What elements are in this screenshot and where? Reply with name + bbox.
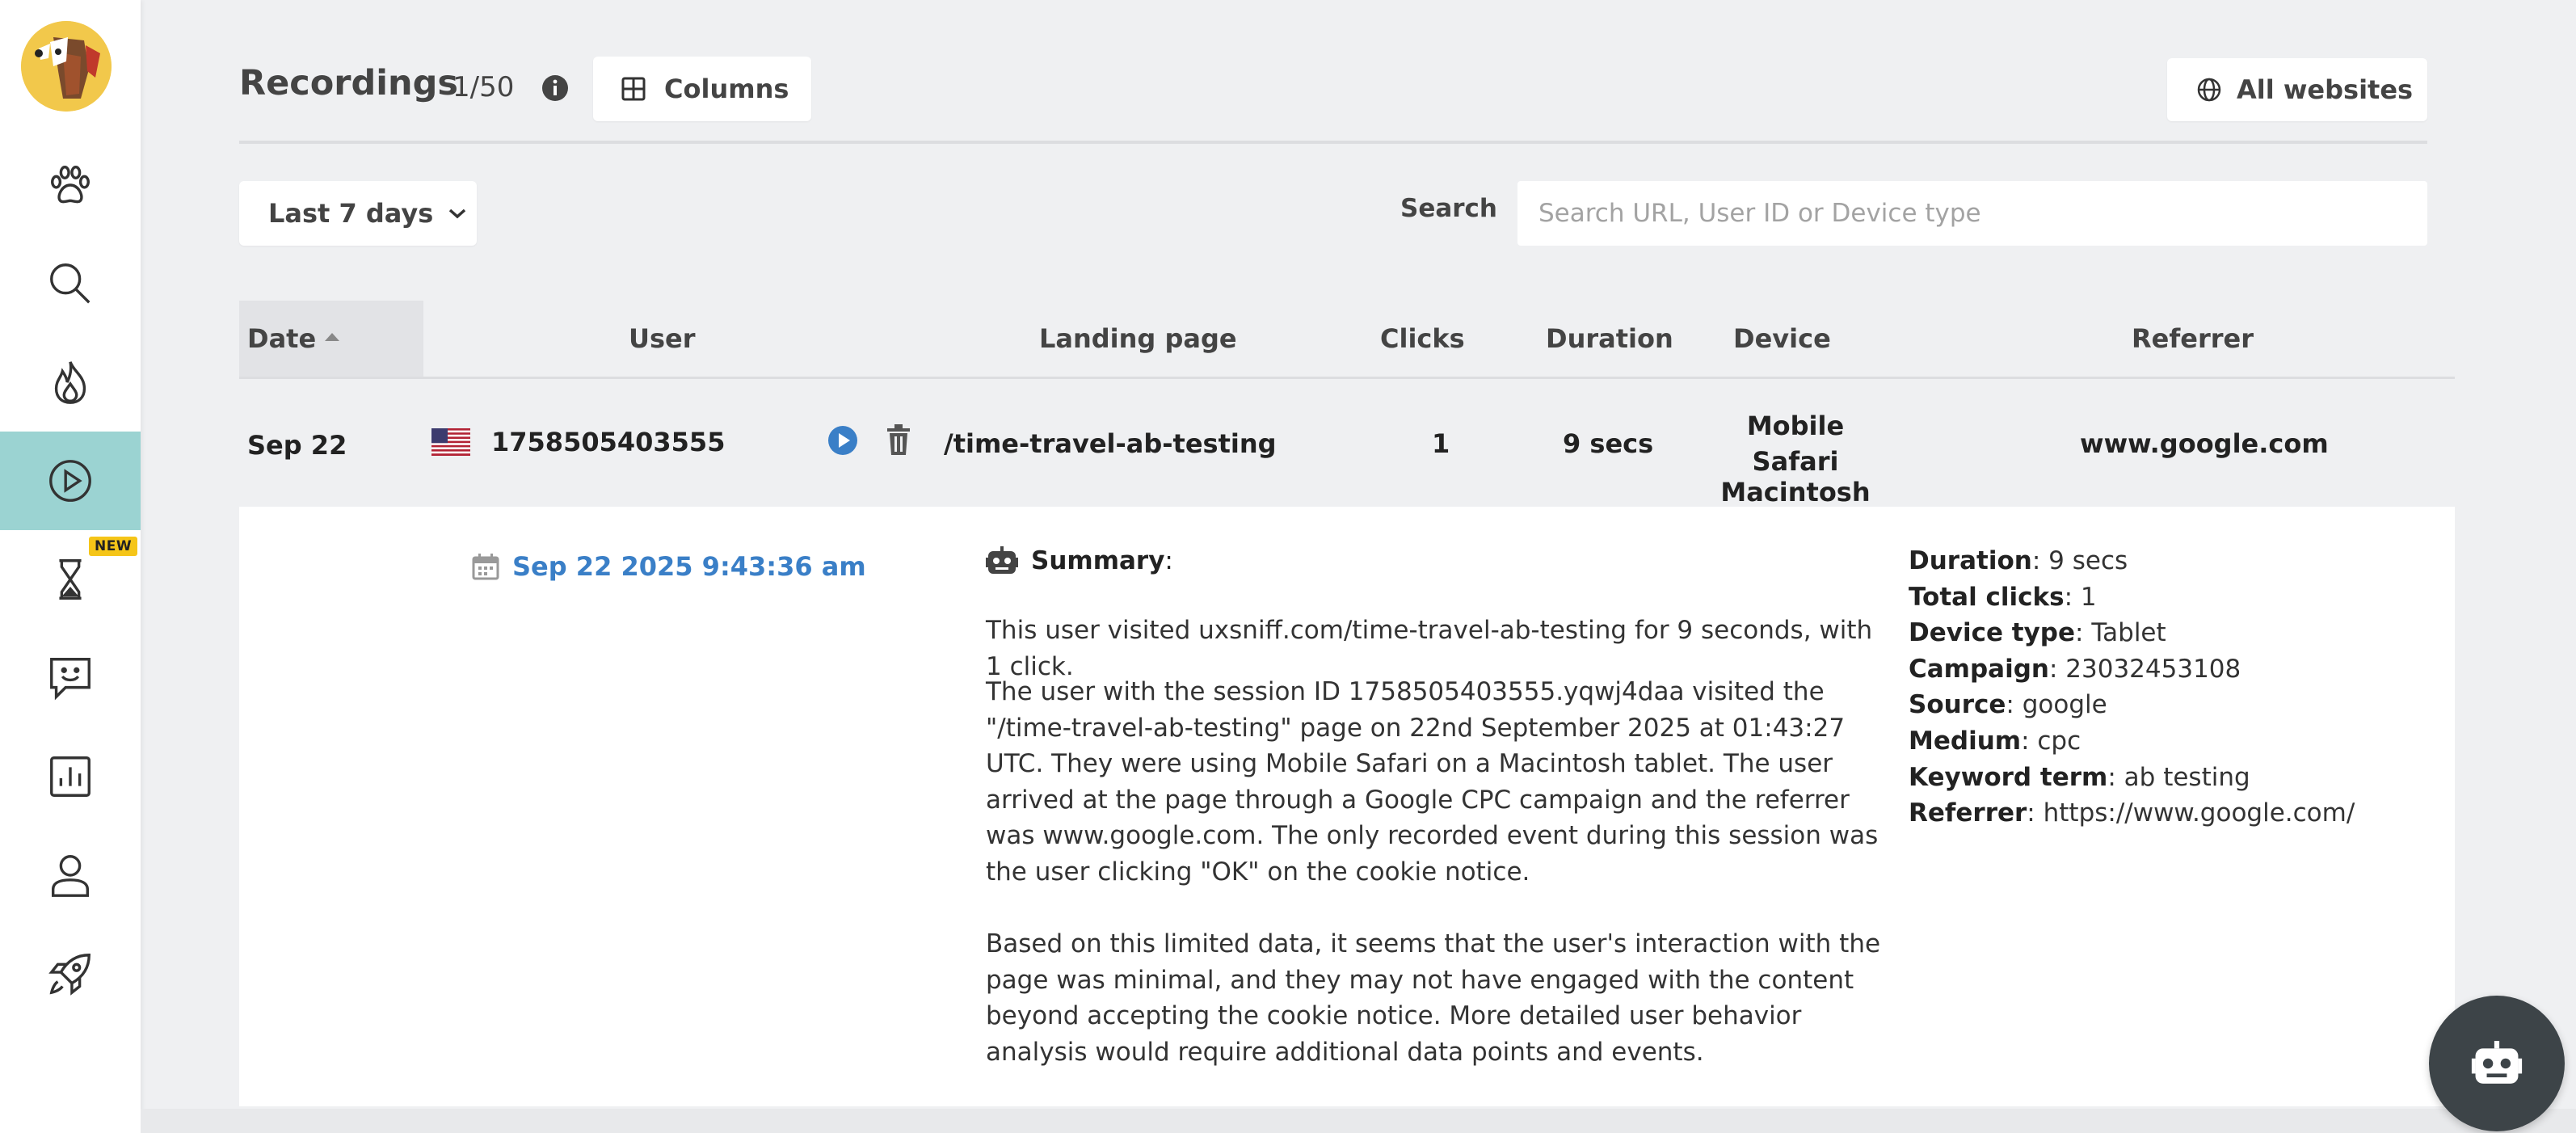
nav-paw[interactable] — [0, 136, 141, 234]
play-icon[interactable] — [827, 425, 858, 456]
nav-launch[interactable] — [0, 925, 141, 1023]
beagle-dog-logo[interactable] — [21, 21, 112, 112]
row-clicks: 1 — [1432, 428, 1450, 459]
th-duration[interactable]: Duration — [1546, 323, 1673, 354]
rocket-icon — [48, 954, 90, 996]
us-flag-icon — [431, 428, 470, 456]
feedback-chat-icon — [50, 658, 90, 701]
nav-feedback[interactable] — [0, 629, 141, 727]
session-metadata: Duration: 9 secs Total clicks: 1 Device … — [1909, 543, 2355, 832]
summary-analysis: Based on this limited data, it seems tha… — [986, 929, 1881, 1067]
sidebar: NEW — [0, 0, 141, 1133]
bottom-strip — [141, 1109, 2576, 1133]
flame-icon — [54, 361, 86, 404]
hourglass-icon — [59, 559, 82, 600]
robot-icon — [2471, 1041, 2523, 1084]
meta-total-clicks: Total clicks: 1 — [1909, 582, 2097, 612]
user-icon — [51, 855, 90, 897]
row-user-id[interactable]: 1758505403555 — [491, 427, 725, 457]
session-timestamp-link[interactable]: Sep 22 2025 9:43:36 am — [512, 551, 866, 582]
row-referrer: www.google.com — [2080, 428, 2329, 459]
bar-chart-icon — [50, 756, 90, 797]
th-date[interactable]: Date — [247, 323, 316, 354]
th-device[interactable]: Device — [1733, 323, 1831, 354]
nav-heatmap[interactable] — [0, 333, 141, 432]
search-input[interactable] — [1517, 181, 2427, 246]
nav-account[interactable] — [0, 826, 141, 925]
grid-icon — [621, 77, 646, 101]
recordings-count: 1/50 — [452, 71, 515, 103]
row-device-browser: Safari Macintosh — [1720, 446, 1871, 508]
meta-keyword-term: Keyword term: ab testing — [1909, 762, 2250, 792]
chevron-down-icon — [449, 208, 466, 219]
columns-label: Columns — [664, 74, 789, 104]
columns-button[interactable]: Columns — [593, 57, 811, 121]
search-icon — [50, 263, 90, 304]
search-label: Search — [1400, 194, 1498, 223]
row-duration: 9 secs — [1563, 428, 1654, 459]
meta-campaign: Campaign: 23032453108 — [1909, 654, 2241, 684]
nav-recordings[interactable] — [0, 432, 141, 530]
play-circle-icon — [49, 460, 91, 502]
header-divider — [239, 141, 2427, 144]
trash-icon[interactable] — [886, 423, 911, 456]
all-websites-button[interactable]: All websites — [2167, 58, 2427, 121]
globe-icon — [2197, 78, 2221, 102]
meta-referrer: Referrer: https://www.google.com/ — [1909, 798, 2355, 828]
page-title: Recordings — [239, 63, 459, 103]
date-range-dropdown[interactable]: Last 7 days — [239, 181, 477, 246]
meta-duration: Duration: 9 secs — [1909, 546, 2128, 575]
summary-heading: Summary: — [1031, 546, 1173, 575]
nav-analytics[interactable] — [0, 727, 141, 826]
meta-device-type: Device type: Tablet — [1909, 618, 2166, 648]
th-clicks[interactable]: Clicks — [1380, 323, 1465, 354]
meta-source: Source: google — [1909, 690, 2107, 720]
meta-medium: Medium: cpc — [1909, 726, 2081, 756]
row-date: Sep 22 — [247, 430, 347, 461]
calendar-icon — [472, 554, 499, 580]
date-range-label: Last 7 days — [268, 198, 434, 229]
th-user[interactable]: User — [629, 323, 696, 354]
th-landing-page[interactable]: Landing page — [1039, 323, 1237, 354]
info-icon[interactable] — [541, 74, 569, 102]
nav-search[interactable] — [0, 234, 141, 333]
summary-session-details: The user with the session ID 17585054035… — [986, 677, 1879, 887]
chatbot-button[interactable] — [2429, 996, 2565, 1131]
row-landing-page[interactable]: /time-travel-ab-testing — [944, 428, 1277, 459]
th-referrer[interactable]: Referrer — [2132, 323, 2254, 354]
robot-icon — [986, 546, 1018, 574]
sort-asc-icon[interactable] — [323, 331, 341, 343]
new-badge: NEW — [89, 537, 138, 556]
all-websites-label: All websites — [2237, 74, 2414, 105]
row-device-type: Mobile — [1746, 411, 1845, 441]
paw-icon — [51, 166, 90, 204]
